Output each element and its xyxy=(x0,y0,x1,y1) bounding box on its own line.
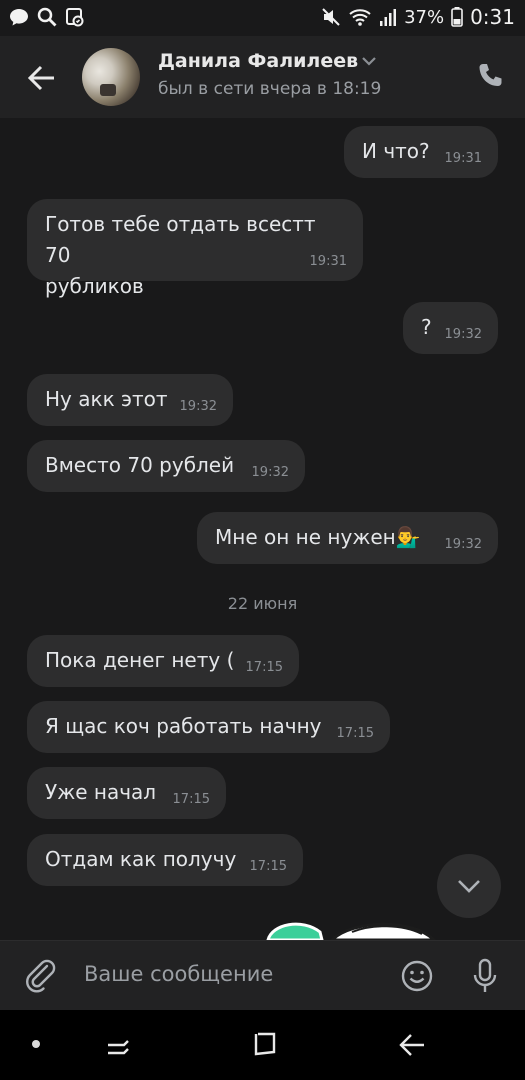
paperclip-icon xyxy=(26,959,56,993)
message-time: 19:32 xyxy=(251,465,289,480)
message-text: Я щас коч работать начну xyxy=(45,714,322,738)
message-time: 19:31 xyxy=(444,151,482,166)
cast-icon xyxy=(66,8,84,27)
message-time: 17:15 xyxy=(336,726,374,741)
message-time: 17:15 xyxy=(172,792,210,807)
message-text: ? xyxy=(421,315,432,339)
phone-icon xyxy=(479,64,502,86)
mute-icon xyxy=(322,8,340,26)
message-bubble[interactable]: Пока денег нету ( 17:15 xyxy=(27,635,299,687)
message-text: Пока денег нету ( xyxy=(45,648,235,672)
contact-name[interactable]: Данила Фалилеев xyxy=(158,50,358,72)
message-bubble[interactable]: Отдам как получу 17:15 xyxy=(27,834,303,886)
message-bubble[interactable]: Ну акк этот 19:32 xyxy=(27,374,233,426)
call-button[interactable] xyxy=(474,60,506,92)
clock: 0:31 xyxy=(470,5,515,29)
smiley-icon xyxy=(401,960,433,992)
wifi-icon xyxy=(349,9,371,26)
nav-dot[interactable] xyxy=(32,1040,40,1048)
search-icon xyxy=(37,7,57,27)
battery-level: 37% xyxy=(404,6,445,28)
avatar[interactable] xyxy=(82,48,140,106)
battery-icon xyxy=(451,7,463,27)
message-text: И что? xyxy=(362,139,430,163)
scroll-to-bottom-button[interactable] xyxy=(437,854,501,918)
message-time: 17:15 xyxy=(249,859,287,874)
message-time: 19:31 xyxy=(309,254,347,269)
chat-header: Данила Фалилеев был в сети вчера в 18:19 xyxy=(0,36,525,118)
message-text: рубликов xyxy=(45,274,144,298)
message-text: Ну акк этот xyxy=(45,387,168,411)
arrow-left-icon xyxy=(27,65,54,91)
home-icon[interactable] xyxy=(252,1030,278,1058)
system-nav-bar xyxy=(0,1010,525,1080)
message-text: Вместо 70 рублей xyxy=(45,453,235,477)
attach-button[interactable] xyxy=(22,957,58,993)
message-composer: Ваше сообщение xyxy=(0,940,525,1011)
back-icon[interactable] xyxy=(398,1032,426,1058)
message-time: 17:15 xyxy=(245,660,283,675)
message-bubble[interactable]: Я щас коч работать начну 17:15 xyxy=(27,701,390,753)
microphone-icon xyxy=(473,958,497,992)
message-text: Готов тебе отдать всестт 70 xyxy=(45,212,316,267)
message-bubble[interactable]: Уже начал 17:15 xyxy=(27,767,226,819)
message-input[interactable]: Ваше сообщение xyxy=(84,962,273,986)
message-text: Отдам как получу xyxy=(45,847,237,871)
date-separator: 22 июня xyxy=(227,594,298,613)
voice-message-button[interactable] xyxy=(470,957,500,995)
message-list[interactable]: И что? 19:31 Готов тебе отдать всестт 70… xyxy=(0,118,525,940)
recents-icon[interactable] xyxy=(104,1032,132,1060)
back-button[interactable] xyxy=(22,58,62,98)
message-time: 19:32 xyxy=(444,327,482,342)
message-time: 19:32 xyxy=(179,399,217,414)
message-bubble[interactable]: ? 19:32 xyxy=(403,302,498,354)
message-bubble[interactable]: Вместо 70 рублей 19:32 xyxy=(27,440,305,492)
signal-icon xyxy=(380,9,397,26)
emoji-button[interactable] xyxy=(400,959,434,993)
chevron-down-icon xyxy=(458,880,480,893)
message-text: Мне он не нужен xyxy=(215,525,396,549)
message-bubble[interactable]: Мне он не нужен💁‍♂️ 19:32 xyxy=(197,512,498,564)
message-time: 19:32 xyxy=(444,537,482,552)
last-seen-status: был в сети вчера в 18:19 xyxy=(158,79,382,99)
chevron-down-icon[interactable] xyxy=(360,54,378,68)
chat-bubble-icon xyxy=(10,9,28,26)
message-bubble[interactable]: Готов тебе отдать всестт 70 рубликов 19:… xyxy=(27,199,363,298)
sticker-image[interactable] xyxy=(262,918,442,940)
message-bubble[interactable]: И что? 19:31 xyxy=(344,126,498,178)
status-bar: 37% 0:31 xyxy=(0,0,525,36)
message-text: Уже начал xyxy=(45,780,157,804)
person-tipping-hand-emoji: 💁‍♂️ xyxy=(395,525,421,549)
